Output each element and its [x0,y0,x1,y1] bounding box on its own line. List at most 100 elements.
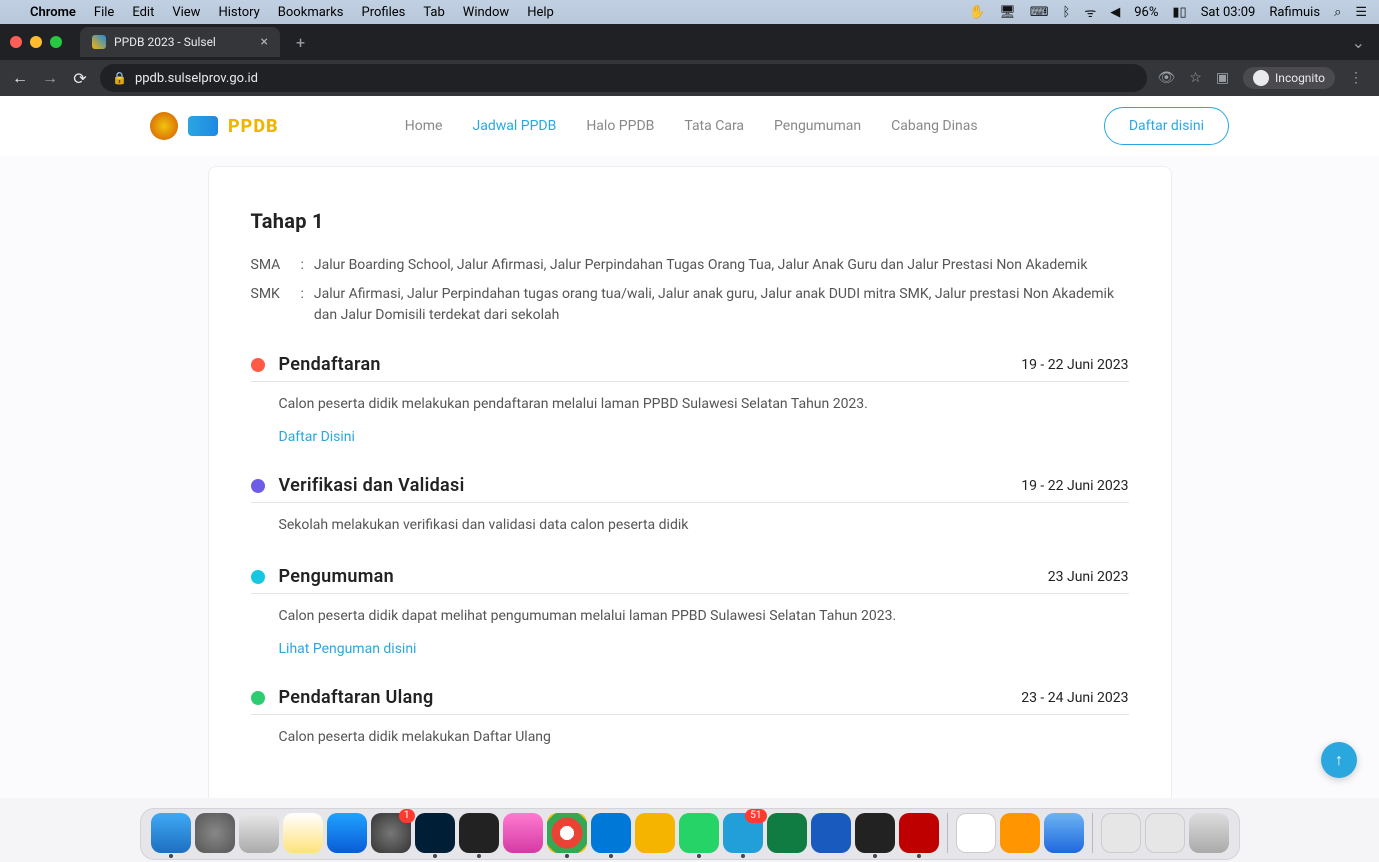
dock-appstore[interactable] [327,813,367,853]
menu-history[interactable]: History [218,5,259,20]
scroll-to-top-button[interactable]: ↑ [1321,742,1357,778]
page-content[interactable]: Tahap 1 SMA : Jalur Boarding School, Jal… [0,156,1379,798]
keyboard-layout-icon[interactable]: ⌨ [1030,5,1049,20]
dock-word[interactable] [811,813,851,853]
chrome-menu-icon[interactable]: ⋮ [1349,70,1363,86]
menu-window[interactable]: Window [463,5,509,20]
nav-cabang-dinas[interactable]: Cabang Dinas [891,118,977,134]
incognito-badge[interactable]: Incognito [1243,67,1335,89]
nav-jadwal[interactable]: Jadwal PPDB [472,118,556,134]
chrome-window: PPDB 2023 - Sulsel × + ⌄ ← → ⟳ 🔒 ppdb.su… [0,24,1379,96]
wifi-icon[interactable]: ᯤ [1084,3,1096,21]
step-title: Pendaftaran Ulang [279,687,1008,708]
dock-photoshop[interactable] [415,813,455,853]
logo-text: PPDB [228,116,279,137]
dock-trash[interactable] [1189,813,1229,853]
dock-vscode[interactable] [591,813,631,853]
dock-telegram[interactable]: 51 [723,813,763,853]
dock-textedit[interactable] [956,813,996,853]
control-center-icon[interactable]: ☰ [1355,5,1367,20]
menu-bookmarks[interactable]: Bookmarks [278,5,344,20]
bookmark-star-icon[interactable]: ☆ [1189,70,1202,86]
volume-icon[interactable]: ◀ [1110,5,1120,20]
dock-norton[interactable] [635,813,675,853]
nav-forward-icon[interactable]: → [40,68,60,88]
eye-privacy-icon[interactable]: 👁 [1157,70,1175,86]
step-date: 19 - 22 Juni 2023 [1021,478,1128,494]
chrome-tabbar: PPDB 2023 - Sulsel × + ⌄ [0,24,1379,60]
incognito-icon [1253,70,1269,86]
dock-safari[interactable] [239,813,279,853]
site-header: PPDB Home Jadwal PPDB Halo PPDB Tata Car… [0,96,1379,156]
register-button[interactable]: Daftar disini [1104,107,1229,145]
dock-cleanmymac[interactable] [503,813,543,853]
menu-help[interactable]: Help [527,5,554,20]
menu-profiles[interactable]: Profiles [362,5,406,20]
bluetooth-icon[interactable]: ᛒ [1063,5,1071,20]
dock-pages[interactable] [1000,813,1040,853]
menu-edit[interactable]: Edit [132,5,154,20]
menu-tab[interactable]: Tab [423,5,444,20]
dock-separator [1092,813,1093,853]
dock-figma[interactable] [459,813,499,853]
lock-icon[interactable]: 🔒 [112,71,127,85]
menubar-clock[interactable]: Sat 03:09 [1201,5,1256,20]
dock-preview[interactable] [1044,813,1084,853]
macos-dock-wrap: 1 51 [0,798,1379,862]
step-link-pengumuman[interactable]: Lihat Penguman disini [279,641,417,657]
step-pengumuman: Pengumuman 23 Juni 2023 Calon peserta di… [251,566,1129,657]
minimize-window-button[interactable] [30,36,42,48]
dock-finder[interactable] [151,813,191,853]
step-pendaftaran: Pendaftaran 19 - 22 Juni 2023 Calon pese… [251,354,1129,445]
battery-percent[interactable]: 96% [1134,5,1158,20]
close-window-button[interactable] [10,36,22,48]
macos-menubar: Chrome File Edit View History Bookmarks … [0,0,1379,24]
step-date: 19 - 22 Juni 2023 [1021,357,1128,373]
dock-whatsapp[interactable] [679,813,719,853]
dock-chrome[interactable] [547,813,587,853]
nav-tata-cara[interactable]: Tata Cara [684,118,744,134]
dock-recent-folder[interactable] [1145,813,1185,853]
province-crest-icon [150,112,178,140]
browser-tab[interactable]: PPDB 2023 - Sulsel × [80,27,280,57]
new-tab-button[interactable]: + [288,33,313,52]
battery-icon[interactable]: ▮▯ [1172,5,1186,20]
nav-home[interactable]: Home [405,118,443,134]
dock-downloads-folder[interactable] [1101,813,1141,853]
dock-notes[interactable] [283,813,323,853]
dock-filezilla[interactable] [899,813,939,853]
menu-view[interactable]: View [172,5,200,20]
step-dot-icon [251,358,265,372]
nav-reload-icon[interactable]: ⟳ [70,69,90,88]
tab-close-icon[interactable]: × [261,34,268,50]
step-verifikasi: Verifikasi dan Validasi 19 - 22 Juni 202… [251,475,1129,536]
ppdb-wing-icon [188,116,218,136]
step-title: Verifikasi dan Validasi [279,475,1008,496]
fullscreen-window-button[interactable] [50,36,62,48]
dock-settings[interactable]: 1 [371,813,411,853]
display-mirror-icon[interactable]: 🖥 [999,5,1016,20]
tab-title: PPDB 2023 - Sulsel [114,35,253,49]
spotlight-icon[interactable]: ⌕ [1334,5,1341,20]
menu-file[interactable]: File [94,5,114,20]
side-panel-icon[interactable]: ▣ [1216,70,1229,86]
webpage-viewport: PPDB Home Jadwal PPDB Halo PPDB Tata Car… [0,96,1379,798]
tab-favicon [92,35,106,49]
dock-terminal[interactable] [855,813,895,853]
step-link-daftar[interactable]: Daftar Disini [279,429,355,445]
step-title: Pengumuman [279,566,1034,587]
nav-back-icon[interactable]: ← [10,68,30,88]
step-date: 23 Juni 2023 [1048,569,1129,585]
nav-halo[interactable]: Halo PPDB [586,118,654,134]
dock-launchpad[interactable] [195,813,235,853]
menubar-user[interactable]: Rafimuis [1269,5,1320,20]
address-bar[interactable]: 🔒 ppdb.sulselprov.go.id [100,64,1147,92]
hand-tool-icon[interactable]: ✋ [969,5,985,20]
site-logo[interactable]: PPDB [150,112,279,140]
sma-value: Jalur Boarding School, Jalur Afirmasi, J… [314,255,1129,276]
menubar-app-name[interactable]: Chrome [30,5,76,20]
nav-pengumuman[interactable]: Pengumuman [774,118,861,134]
dock-excel[interactable] [767,813,807,853]
step-date: 23 - 24 Juni 2023 [1021,690,1128,706]
search-tabs-icon[interactable]: ⌄ [1352,33,1369,52]
